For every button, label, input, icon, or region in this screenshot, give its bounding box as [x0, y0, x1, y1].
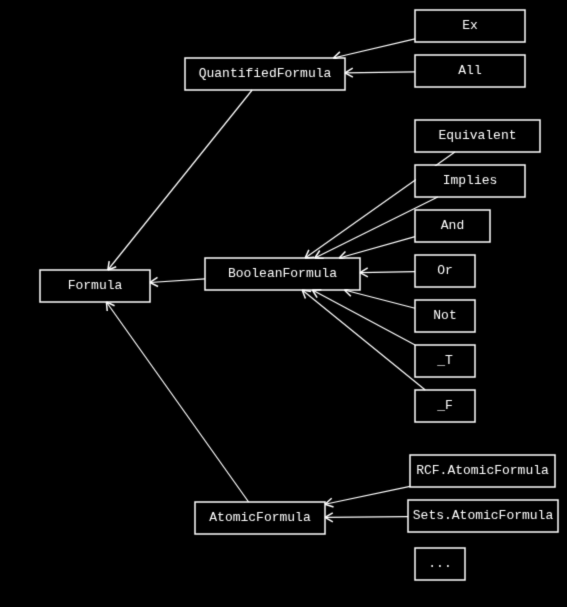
diagram-canvas [0, 0, 567, 607]
